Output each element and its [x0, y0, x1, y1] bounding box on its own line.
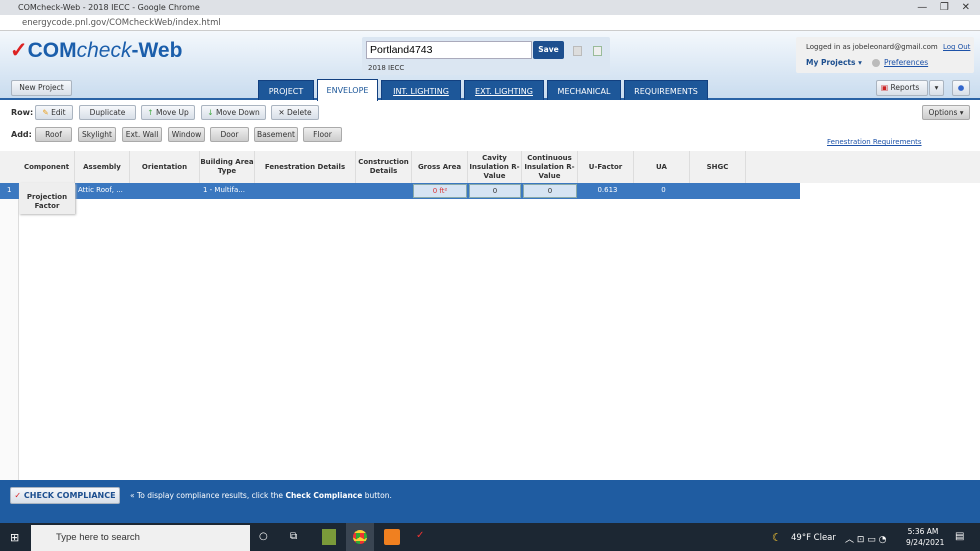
col-u-factor[interactable]: U-Factor [578, 151, 634, 183]
compliance-message: « To display compliance results, click t… [130, 491, 392, 500]
cell-cavity[interactable]: 0 [469, 184, 521, 198]
header-filler [746, 151, 980, 183]
new-project-button[interactable]: New Project [11, 80, 72, 96]
reports-dropdown[interactable]: ▾ [929, 80, 944, 96]
row-number-column [0, 151, 19, 480]
tab-requirements[interactable]: REQUIREMENTS [624, 80, 708, 100]
duplicate-button[interactable]: Duplicate [79, 105, 136, 120]
cortana-icon[interactable]: ○ [259, 531, 268, 542]
edit-button[interactable]: ✎ Edit [35, 105, 73, 120]
check-compliance-button[interactable]: ✓ CHECK COMPLIANCE [10, 487, 120, 504]
col-orientation[interactable]: Orientation [130, 151, 200, 183]
pdf-icon: ▣ [881, 83, 889, 92]
search-placeholder: Type here to search [56, 532, 140, 543]
window-title: COMcheck-Web - 2018 IECC - Google Chrome [18, 3, 200, 12]
date: 9/24/2021 [906, 538, 945, 547]
comcheck-icon[interactable]: ✓ [416, 530, 424, 541]
delete-label: Delete [287, 108, 312, 117]
chrome-taskbar-item[interactable] [346, 523, 374, 551]
fenestration-requirements-link[interactable]: Fenestration Requirements [827, 138, 922, 146]
save-button[interactable]: Save [533, 41, 564, 59]
app-icon-orange[interactable] [384, 529, 400, 545]
row-number: 1 [7, 186, 12, 194]
move-down-label: Move Down [215, 108, 260, 117]
gear-icon [872, 59, 880, 67]
move-up-label: Move Up [155, 108, 189, 117]
weather-moon-icon: ☾ [772, 531, 782, 544]
task-view-icon[interactable]: ⧉ [290, 531, 297, 542]
cell-gross-area[interactable]: 0 ft² [413, 184, 467, 198]
app-icon[interactable] [322, 529, 336, 545]
col-component[interactable]: Component [19, 151, 75, 183]
tab-ext-lighting[interactable]: EXT. LIGHTING [464, 80, 544, 100]
cell-area-type[interactable]: 1 - Multifa... [200, 183, 245, 199]
add-label: Add: [11, 130, 32, 139]
col-building-area-type[interactable]: Building Area Type [200, 151, 255, 183]
help-icon[interactable]: ● [952, 80, 970, 96]
app-logo: ✓COMcheck-Web [10, 39, 183, 62]
msg-bold: Check Compliance [285, 491, 363, 500]
msg-pre: To display compliance results, click the [136, 491, 286, 500]
move-up-button[interactable]: ↑ Move Up [141, 105, 195, 120]
copy-icon[interactable] [573, 46, 582, 56]
check-compliance-label: CHECK COMPLIANCE [23, 491, 116, 500]
project-name-input[interactable] [366, 41, 532, 59]
col-ua[interactable]: UA [634, 151, 690, 183]
add-ext-wall-button[interactable]: Ext. Wall [122, 127, 162, 142]
reports-button[interactable]: ▣ Reports [876, 80, 928, 96]
browser-title-bar: COMcheck-Web - 2018 IECC - Google Chrome… [0, 0, 980, 15]
cell-u-factor: 0.613 [597, 186, 618, 194]
edit-label: Edit [51, 108, 66, 117]
logout-link[interactable]: Log Out [943, 43, 970, 51]
row-label: Row: [11, 108, 34, 117]
projection-factor-tooltip: Projection Factor [19, 183, 75, 214]
taskbar-search[interactable]: Type here to search [31, 525, 250, 551]
add-basement-button[interactable]: Basement [254, 127, 298, 142]
col-shgc[interactable]: SHGC [690, 151, 746, 183]
corner-header [0, 151, 19, 183]
logged-in-text: Logged in as jobeleonard@gmail.com [806, 43, 938, 51]
cell-ua: 0 [661, 186, 666, 194]
code-label: 2018 IECC [368, 64, 405, 72]
footer-bar [0, 480, 980, 523]
col-cavity-insulation[interactable]: Cavity Insulation R-Value [468, 151, 522, 183]
col-fenestration-details[interactable]: Fenestration Details [255, 151, 356, 183]
delete-button[interactable]: ✕ Delete [271, 105, 319, 120]
windows-start-icon[interactable]: ⊞ [10, 531, 19, 544]
add-window-button[interactable]: Window [168, 127, 205, 142]
add-roof-button[interactable]: Roof [35, 127, 72, 142]
col-continuous-insulation[interactable]: Continuous Insulation R-Value [522, 151, 578, 183]
notifications-icon[interactable]: ▤ [955, 531, 964, 542]
col-construction-details[interactable]: Construction Details [356, 151, 412, 183]
tray-icons[interactable]: ︿ ⊡ ▭ ◔ [845, 532, 886, 545]
add-door-button[interactable]: Door [210, 127, 249, 142]
url-text: energycode.pnl.gov/COMcheckWeb/index.htm… [22, 18, 221, 28]
my-projects-menu[interactable]: My Projects ▾ [806, 58, 862, 67]
add-floor-button[interactable]: Floor [303, 127, 342, 142]
window-controls[interactable]: — ❐ ✕ [917, 0, 970, 15]
cell-assembly[interactable]: Attic Roof, ... [75, 183, 123, 199]
chrome-icon [353, 530, 367, 544]
reports-label: Reports [890, 83, 920, 92]
options-button[interactable]: Options ▾ [922, 105, 970, 120]
clock[interactable]: 5:36 AM 9/24/2021 [906, 526, 945, 548]
cell-continuous[interactable]: 0 [523, 184, 577, 198]
msg-post: button. [362, 491, 392, 500]
new-file-icon[interactable] [593, 46, 602, 56]
preferences-link[interactable]: Preferences [884, 58, 928, 67]
tab-mechanical[interactable]: MECHANICAL [547, 80, 621, 100]
add-skylight-button[interactable]: Skylight [78, 127, 116, 142]
col-assembly[interactable]: Assembly [75, 151, 130, 183]
tab-int-lighting[interactable]: INT. LIGHTING [381, 80, 461, 100]
weather-text[interactable]: 49°F Clear [791, 533, 836, 543]
tab-project[interactable]: PROJECT [258, 80, 314, 100]
time: 5:36 AM [907, 527, 939, 536]
address-bar[interactable]: energycode.pnl.gov/COMcheckWeb/index.htm… [0, 15, 980, 31]
col-gross-area[interactable]: Gross Area [412, 151, 468, 183]
tab-envelope[interactable]: ENVELOPE [317, 79, 378, 101]
move-down-button[interactable]: ↓ Move Down [201, 105, 266, 120]
